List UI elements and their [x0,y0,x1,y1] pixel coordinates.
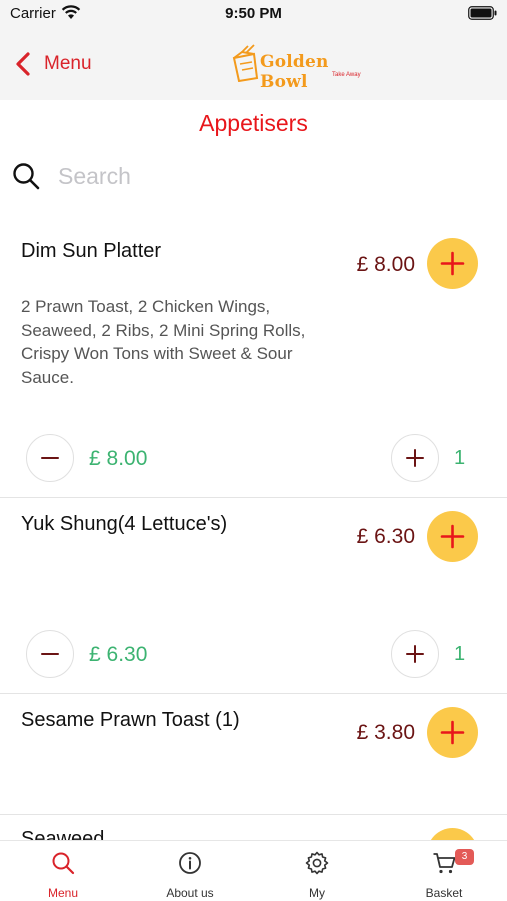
back-label: Menu [44,53,92,74]
basket-count-badge: 3 [455,849,474,865]
search-bar [12,158,492,194]
item-name: Yuk Shung(4 Lettuce's) [21,513,228,535]
decrease-quantity-button[interactable] [26,434,74,482]
search-icon [52,852,75,875]
increase-quantity-button[interactable] [391,630,439,678]
item-price: £ 3.80 [356,721,415,744]
tab-label: About us [166,886,214,900]
add-to-basket-button[interactable] [427,828,478,840]
item-description: 2 Prawn Toast, 2 Chicken Wings, Seaweed,… [21,297,306,387]
search-icon [13,163,40,190]
back-button[interactable]: Menu [14,49,92,79]
line-total: £ 6.30 [89,643,148,666]
plus-icon [406,449,424,467]
add-to-basket-button[interactable] [427,238,478,289]
increase-quantity-button[interactable] [391,434,439,482]
tab-basket[interactable]: 3 Basket [381,841,507,901]
battery-icon [468,6,497,20]
item-name: Seaweed [21,828,105,840]
tab-my[interactable]: My [254,841,380,901]
item-quantity: 1 [454,447,466,469]
page-title: Appetisers [199,110,308,136]
status-bar: Carrier 9:50 PM [0,0,507,27]
item-quantity: 1 [454,643,466,665]
menu-item: Sesame Prawn Toast (1) £ 3.80 [0,694,507,814]
plus-icon [440,720,465,745]
gear-icon [305,851,329,875]
tab-menu[interactable]: Menu [0,841,126,901]
minus-icon [41,653,59,655]
item-name: Dim Sun Platter [21,240,162,262]
tab-bar: Menu About us My 3 Basket [0,840,507,901]
line-total: £ 8.00 [89,447,148,470]
golden-bowl-logo: Golden Bowl Take Away [230,44,366,92]
nav-bar: Menu Golden Bowl Take Away [0,27,507,100]
tab-label: Basket [425,886,463,900]
menu-item: Dim Sun Platter £ 8.00 2 Prawn Toast, 2 … [0,222,507,497]
plus-icon [440,524,465,549]
tab-about-us[interactable]: About us [127,841,253,901]
status-time: 9:50 PM [225,5,282,22]
add-to-basket-button[interactable] [427,511,478,562]
tab-label: My [309,886,325,900]
item-price: £ 6.30 [356,525,415,548]
item-price: £ 8.00 [356,253,415,276]
menu-item: Seaweed [0,815,507,840]
tab-label: Menu [47,886,79,900]
menu-item: Yuk Shung(4 Lettuce's) £ 6.30 £ 6.30 1 [0,498,507,693]
minus-icon [41,457,59,459]
chevron-left-icon [16,52,30,76]
decrease-quantity-button[interactable] [26,630,74,678]
item-name: Sesame Prawn Toast (1) [21,709,240,731]
add-to-basket-button[interactable] [427,707,478,758]
plus-icon [406,645,424,663]
cart-icon [433,853,456,874]
logo-subtitle: Take Away [332,72,361,78]
info-icon [179,852,201,874]
search-input[interactable] [56,158,480,194]
plus-icon [440,251,465,276]
bowl-logo-icon [232,44,259,82]
